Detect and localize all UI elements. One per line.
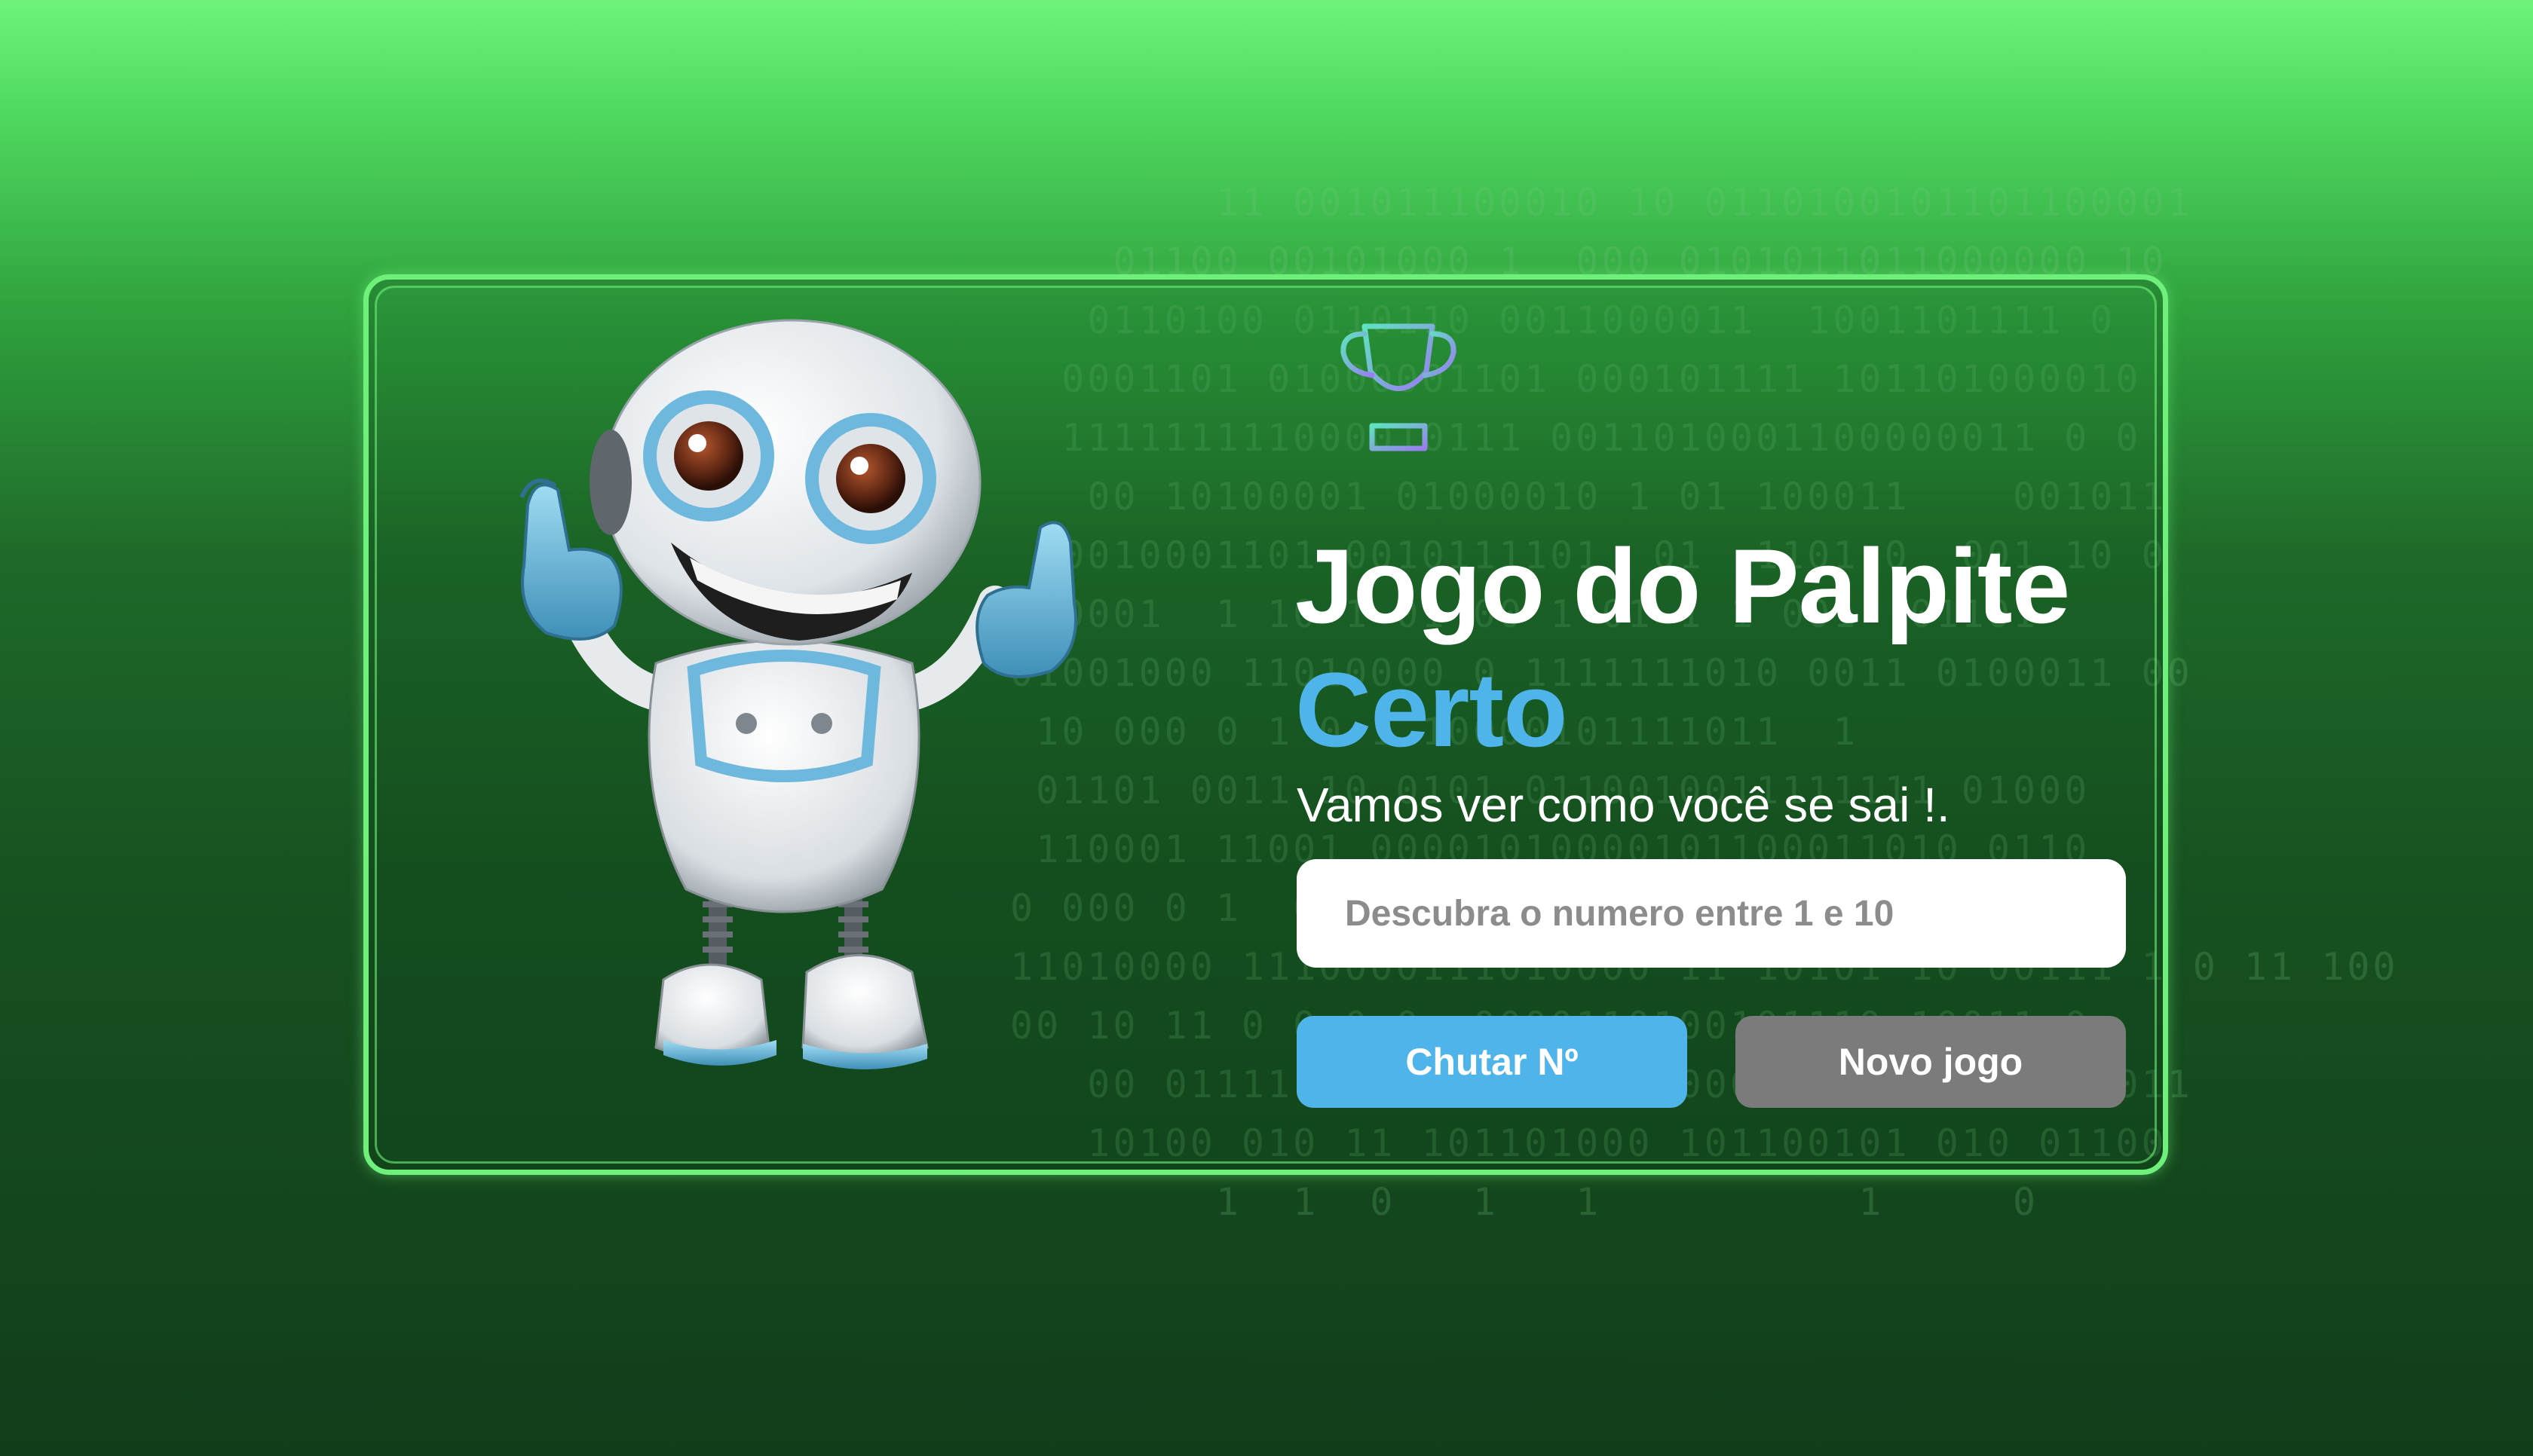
binary-row: 1 1 0 1 1 1 0: [1010, 1180, 2039, 1224]
binary-row: 11 001011100010 10 0110100101101100001: [1010, 181, 2193, 225]
trophy-icon: [1340, 310, 1456, 459]
robot-mascot: [519, 319, 1077, 1069]
guess-button[interactable]: Chutar Nº: [1297, 1016, 1687, 1108]
new-game-button[interactable]: Novo jogo: [1735, 1016, 2126, 1108]
page-title: Jogo do Palpite: [1295, 527, 2070, 645]
page-title-accent: Certo: [1295, 650, 1568, 769]
guess-number-input[interactable]: [1297, 859, 2126, 968]
subtitle-text: Vamos ver como você se sai !.: [1297, 778, 1950, 832]
